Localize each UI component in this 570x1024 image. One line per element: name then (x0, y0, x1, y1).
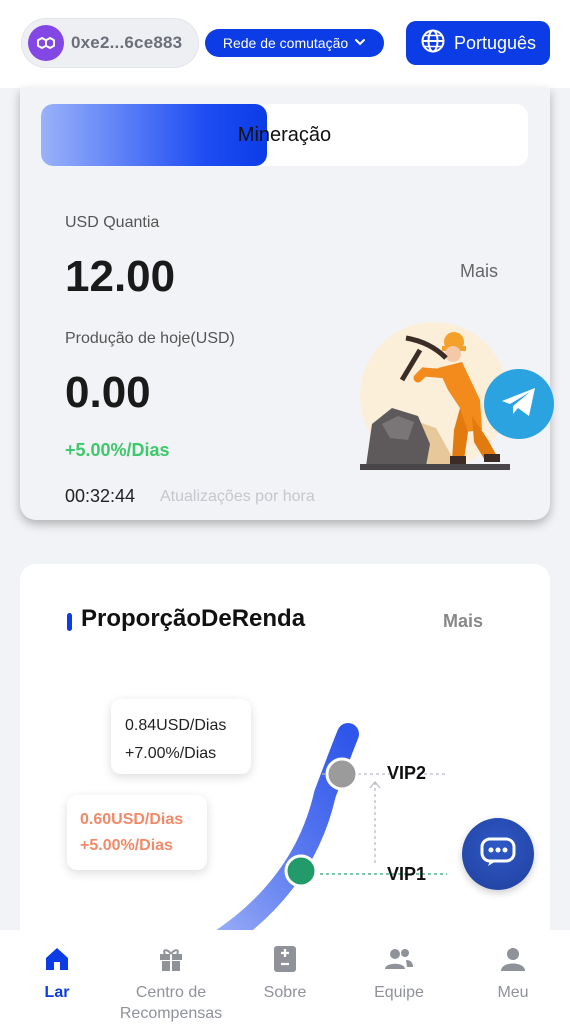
language-label: Português (453, 32, 537, 53)
bottom-navigation: Lar Centro de Recompensas Sobre Equipe M… (0, 930, 570, 1024)
mining-card: Mineração USD Quantia 12.00 Mais Produçã… (20, 88, 554, 520)
network-switch-button[interactable]: Rede de comutação (205, 29, 384, 57)
vip1-label: VIP1 (387, 864, 427, 884)
nav-item-home[interactable]: Lar (0, 944, 117, 1003)
network-switch-label: Rede de comutação (222, 35, 349, 51)
nav-label-team: Equipe (374, 984, 424, 1001)
home-icon (0, 944, 117, 974)
about-icon (225, 944, 345, 974)
production-today-value: 0.00 (65, 368, 151, 417)
nav-item-team[interactable]: Equipe (339, 944, 459, 1003)
vip2-label: VIP2 (387, 763, 427, 783)
vip1-rate: +5.00%/Dias (80, 837, 173, 854)
nav-label-me: Meu (497, 984, 529, 1001)
vip2-rate: +7.00%/Dias (125, 745, 217, 762)
polygon-logo-icon (28, 25, 64, 61)
wallet-button[interactable]: 0xe2...6ce883 (21, 18, 199, 68)
nav-item-me[interactable]: Meu (453, 944, 570, 1003)
vip2-income: 0.84USD/Dias (125, 717, 227, 734)
telegram-icon (499, 384, 539, 425)
mining-tab[interactable]: Mineração (41, 104, 528, 166)
vip1-income-tooltip: 0.60USD/Dias +5.00%/Dias (67, 795, 207, 870)
language-button[interactable]: Português (406, 21, 550, 65)
telegram-button[interactable] (484, 369, 554, 439)
chevron-down-icon (354, 35, 366, 51)
nav-label-about: Sobre (263, 984, 307, 1001)
usd-amount-value: 12.00 (65, 252, 176, 301)
mining-tab-label: Mineração (237, 123, 332, 146)
vip1-income: 0.60USD/Dias (80, 811, 184, 828)
hourly-updates-label: Atualizações por hora (160, 488, 315, 505)
nav-label-home: Lar (44, 984, 70, 1001)
nav-item-rewards[interactable]: Centro de Recompensas (111, 944, 231, 1024)
nav-label-rewards: Centro de Recompensas (119, 984, 223, 1022)
user-icon (453, 944, 570, 974)
chat-support-button[interactable] (462, 818, 534, 890)
globe-icon (420, 28, 446, 59)
income-ratio-card: ProporçãoDeRenda Mais 0.84USD/Dias +7.00… (20, 564, 550, 964)
usd-amount-label: USD Quantia (65, 214, 160, 231)
gift-icon (111, 944, 231, 974)
nav-item-about[interactable]: Sobre (225, 944, 345, 1003)
chat-bubble-icon (480, 837, 516, 872)
more-link[interactable]: Mais (460, 261, 498, 282)
production-today-label: Produção de hoje(USD) (65, 330, 235, 347)
vip2-income-tooltip: 0.84USD/Dias +7.00%/Dias (111, 699, 251, 774)
countdown-timer: 00:32:44 (65, 486, 136, 506)
vip-level-curve (169, 723, 447, 964)
wallet-address: 0xe2...6ce883 (71, 33, 183, 52)
daily-rate: +5.00%/Dias (65, 440, 170, 460)
top-header: 0xe2...6ce883 Rede de comutação Portuguê… (0, 0, 570, 88)
team-icon (339, 944, 459, 974)
